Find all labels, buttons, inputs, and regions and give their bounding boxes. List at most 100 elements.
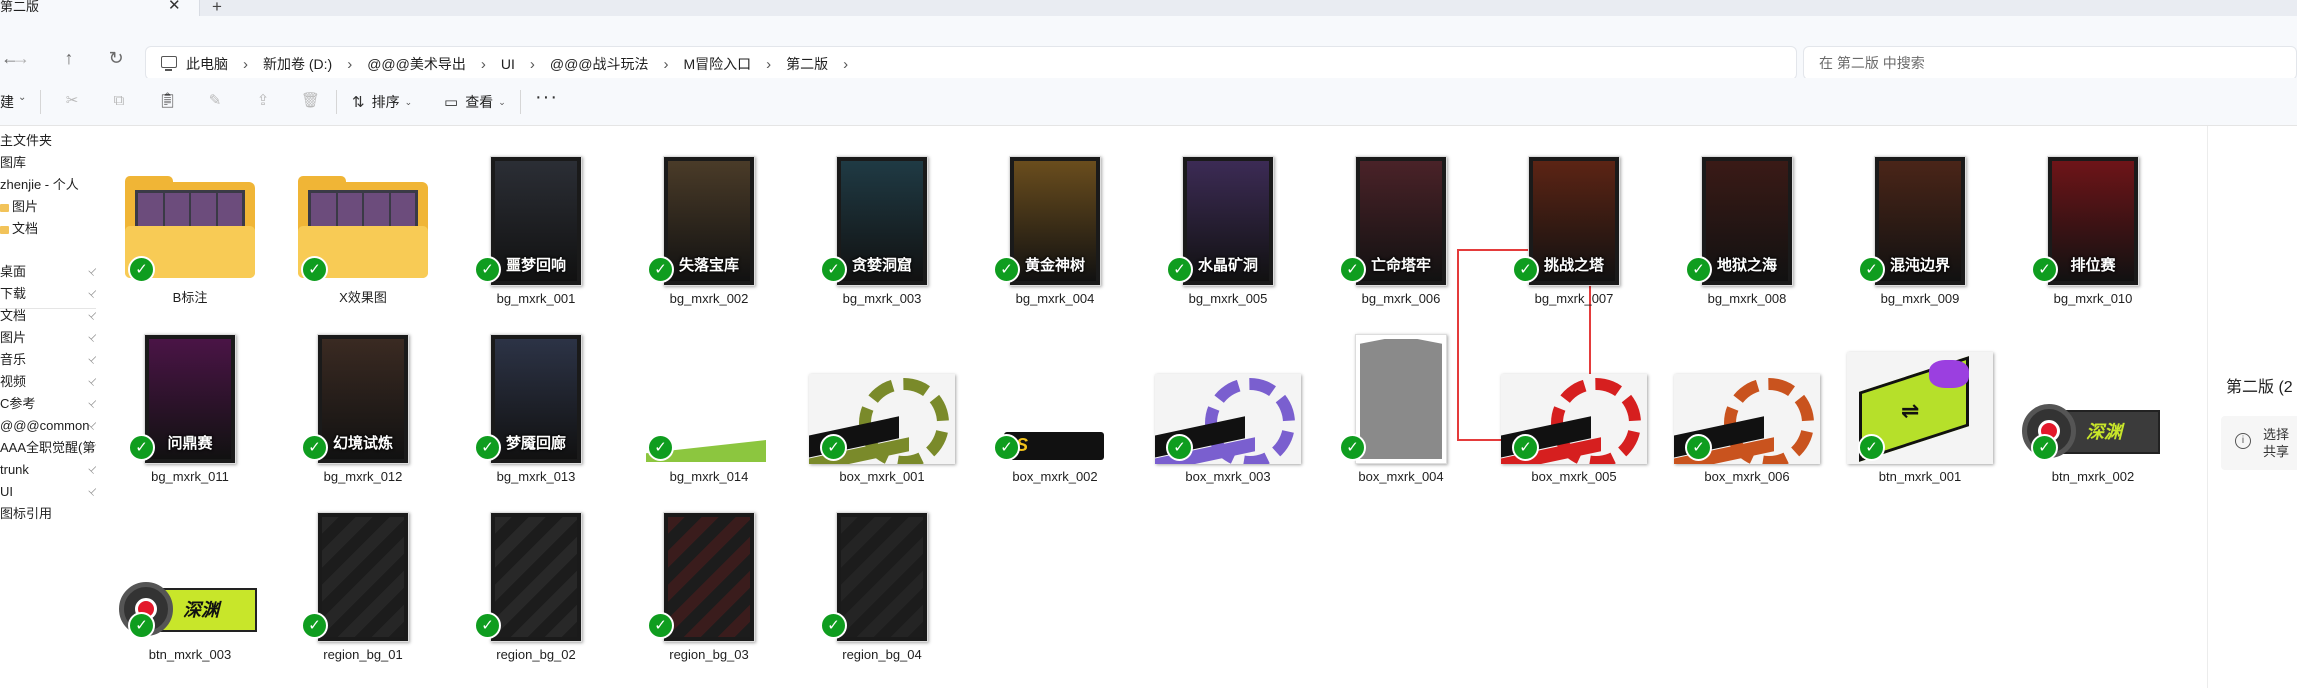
breadcrumb-item[interactable]: 新加卷 (D:) — [263, 54, 332, 74]
chevron-right-icon[interactable]: › — [347, 56, 352, 73]
sidebar-item[interactable]: AAA全职觉醒(第 ⊥ — [0, 436, 104, 460]
thumbnail-label: 混沌边界 — [1889, 257, 1950, 274]
sync-status-check-icon: ✓ — [474, 612, 501, 639]
file-item[interactable]: 黄金神树 ✓ bg_mxrk_004 — [969, 130, 1141, 306]
breadcrumb-item[interactable]: M冒险入口 — [684, 54, 752, 74]
file-item[interactable]: 挑战之塔 ✓ bg_mxrk_007 — [1488, 130, 1660, 306]
sidebar-item[interactable]: 桌面 ⊥ — [0, 260, 104, 284]
sidebar-item[interactable]: 音乐 ⊥ — [0, 348, 104, 372]
forward-arrow-icon[interactable]: → — [9, 46, 33, 70]
sync-status-check-icon: ✓ — [1685, 256, 1712, 283]
file-item[interactable]: ✓ B标注 — [104, 130, 276, 306]
tab-current-folder[interactable]: 第二版 ✕ — [0, 0, 200, 16]
details-title: 第二版 (2 — [2226, 379, 2293, 396]
paste-icon[interactable]: 📋︎ — [158, 92, 177, 110]
rename-icon[interactable]: ✎ — [206, 92, 224, 110]
thumbnail-label: 挑战之塔 — [1543, 257, 1604, 274]
breadcrumb-item[interactable]: 第二版 — [786, 54, 828, 74]
image-thumbnail: 排位赛 — [2047, 156, 2139, 286]
file-item[interactable]: 排位赛 ✓ bg_mxrk_010 — [2007, 130, 2179, 306]
file-item[interactable]: ✓ region_bg_02 — [450, 486, 622, 662]
sync-status-check-icon: ✓ — [820, 612, 847, 639]
file-item[interactable]: ✓ bg_mxrk_014 — [623, 308, 795, 484]
file-item[interactable]: 幻境试炼 ✓ bg_mxrk_012 — [277, 308, 449, 484]
breadcrumb-item[interactable]: @@@美术导出 — [367, 54, 466, 74]
sort-button[interactable]: ⇅ 排序 ⌄ — [352, 89, 412, 115]
image-thumbnail: 梦魇回廊 — [490, 334, 582, 464]
chevron-down-icon: ⌄ — [404, 96, 413, 107]
divider — [520, 90, 521, 114]
sync-status-check-icon: ✓ — [647, 612, 674, 639]
address-bar[interactable]: › 此电脑 › 新加卷 (D:) › @@@美术导出 › UI › @@@战斗玩法 › M冒险入口 › 第… — [145, 46, 1797, 80]
delete-icon[interactable]: 🗑︎ — [301, 92, 320, 110]
sidebar-item[interactable]: UI ⊥ — [0, 480, 104, 504]
file-name: box_mxrk_006 — [1704, 469, 1790, 484]
sidebar-item[interactable]: 图库 — [0, 151, 104, 175]
file-item[interactable]: ✓ box_mxrk_001 — [796, 308, 968, 484]
file-item[interactable]: ⇌ ✓ btn_mxrk_001 — [1834, 308, 2006, 484]
search-input[interactable]: 在 第二版 中搜索 — [1803, 46, 2297, 80]
new-tab-icon[interactable]: + — [212, 0, 222, 17]
sidebar-item[interactable]: zhenjie - 个人 — [0, 173, 104, 197]
share-icon[interactable]: ⇪ — [254, 92, 272, 110]
file-item[interactable]: 噩梦回响 ✓ bg_mxrk_001 — [450, 130, 622, 306]
chevron-right-icon[interactable]: › — [243, 56, 248, 73]
new-button[interactable]: 新建 — [0, 92, 14, 112]
file-item[interactable]: 地狱之海 ✓ bg_mxrk_008 — [1661, 130, 1833, 306]
sync-status-check-icon: ✓ — [1685, 434, 1712, 461]
file-item[interactable]: S ✓ box_mxrk_002 — [969, 308, 1141, 484]
sidebar-item[interactable]: @@@common ⊥ — [0, 414, 104, 438]
file-item[interactable]: 水晶矿洞 ✓ bg_mxrk_005 — [1142, 130, 1314, 306]
sidebar-item[interactable]: 图片 — [0, 195, 104, 219]
file-item[interactable]: ✓ box_mxrk_005 — [1488, 308, 1660, 484]
sidebar-item[interactable]: 下载 ⊥ — [0, 282, 104, 306]
copy-icon[interactable]: ⧉ — [110, 92, 128, 110]
more-options-icon[interactable]: ··· — [535, 86, 558, 109]
file-item[interactable]: ✓ box_mxrk_004 — [1315, 308, 1487, 484]
breadcrumb-item[interactable]: 此电脑 — [186, 54, 228, 74]
file-item[interactable]: ✓ region_bg_03 — [623, 486, 795, 662]
up-arrow-icon[interactable]: ↑ — [57, 46, 81, 70]
sync-status-check-icon: ✓ — [474, 434, 501, 461]
file-name: bg_mxrk_003 — [842, 291, 922, 306]
breadcrumb-item[interactable]: UI — [501, 56, 515, 72]
chevron-down-icon[interactable]: ⌄ — [18, 92, 26, 103]
file-item[interactable]: ✓ X效果图 — [277, 130, 449, 306]
chevron-right-icon[interactable]: › — [530, 56, 535, 73]
sidebar-item[interactable]: 主文件夹 — [0, 129, 104, 153]
sidebar-item-label: C参考 — [0, 396, 36, 411]
close-icon[interactable]: ✕ — [168, 0, 181, 14]
sidebar-item[interactable]: 文档 ⊥ — [0, 304, 104, 328]
sidebar-item[interactable]: 视频 ⊥ — [0, 370, 104, 394]
file-item[interactable]: 深渊 ✓ btn_mxrk_002 — [2007, 308, 2179, 484]
file-item[interactable]: ✓ box_mxrk_003 — [1142, 308, 1314, 484]
sync-status-check-icon: ✓ — [647, 434, 674, 461]
sidebar-item[interactable]: 文档 — [0, 217, 104, 241]
view-button[interactable]: ▭ 查看 ⌄ — [444, 89, 506, 115]
breadcrumb-item[interactable]: @@@战斗玩法 — [550, 54, 649, 74]
refresh-icon[interactable]: ↻ — [104, 46, 128, 70]
chevron-right-icon[interactable]: › — [664, 56, 669, 73]
file-item[interactable]: 问鼎赛 ✓ bg_mxrk_011 — [104, 308, 276, 484]
file-item[interactable]: 亡命塔牢 ✓ bg_mxrk_006 — [1315, 130, 1487, 306]
sidebar-item[interactable]: 图片 ⊥ — [0, 326, 104, 350]
file-item[interactable]: ✓ region_bg_01 — [277, 486, 449, 662]
sidebar-item[interactable]: trunk ⊥ — [0, 458, 104, 482]
sidebar-item[interactable]: C参考 ⊥ — [0, 392, 104, 416]
details-pane: 第二版 (2 i 选择 共享 — [2207, 126, 2297, 688]
file-item[interactable]: ✓ box_mxrk_006 — [1661, 308, 1833, 484]
file-name: bg_mxrk_004 — [1015, 291, 1095, 306]
file-item[interactable]: 贪婪洞窟 ✓ bg_mxrk_003 — [796, 130, 968, 306]
cut-icon[interactable]: ✂ — [63, 92, 81, 110]
sync-status-check-icon: ✓ — [1512, 256, 1539, 283]
file-item[interactable]: 深渊 ✓ btn_mxrk_003 — [104, 486, 276, 662]
file-item[interactable]: 失落宝库 ✓ bg_mxrk_002 — [623, 130, 795, 306]
chevron-right-icon[interactable]: › — [843, 56, 848, 73]
file-item[interactable]: 混沌边界 ✓ bg_mxrk_009 — [1834, 130, 2006, 306]
chevron-right-icon[interactable]: › — [766, 56, 771, 73]
chevron-right-icon[interactable]: › — [481, 56, 486, 73]
file-item[interactable]: 梦魇回廊 ✓ bg_mxrk_013 — [450, 308, 622, 484]
sidebar-item[interactable]: 图标引用 — [0, 502, 104, 526]
file-item[interactable]: ✓ region_bg_04 — [796, 486, 968, 662]
sidebar-item-label: zhenjie - 个人 — [0, 177, 79, 192]
